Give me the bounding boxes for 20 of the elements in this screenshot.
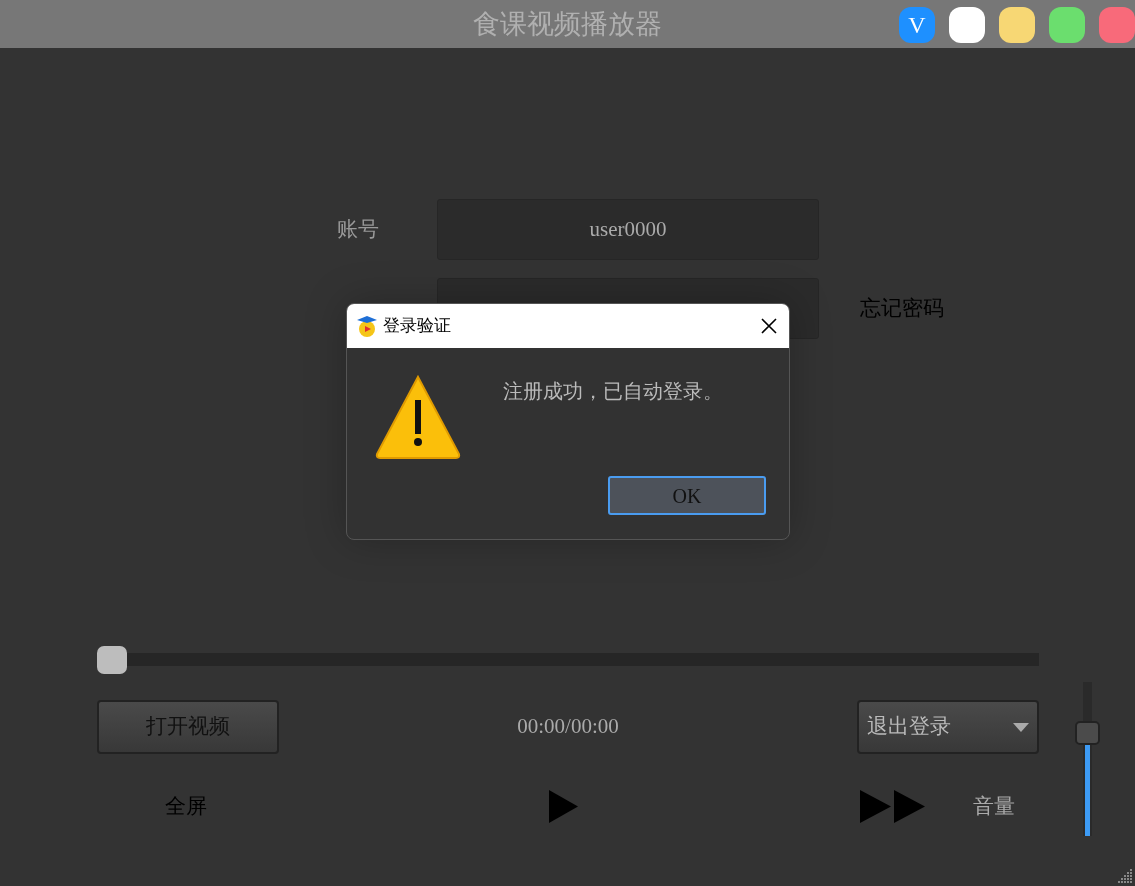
time-display: 00:00/00:00 — [517, 713, 619, 741]
warning-icon — [375, 374, 461, 460]
window-button[interactable] — [949, 7, 985, 43]
window-button[interactable] — [1049, 7, 1085, 43]
close-icon[interactable] — [761, 318, 777, 334]
mascot-icon — [355, 314, 379, 338]
slider-handle[interactable] — [97, 646, 127, 674]
ok-button[interactable]: OK — [608, 476, 766, 515]
logout-dropdown[interactable]: 退出登录 — [857, 700, 1039, 754]
account-label: 账号 — [337, 215, 380, 243]
v-button[interactable]: V — [899, 7, 935, 43]
caret-icon — [1013, 722, 1029, 732]
slider-handle[interactable] — [1075, 720, 1100, 745]
resize-grip-icon[interactable] — [1115, 866, 1133, 884]
window-button[interactable] — [999, 7, 1035, 43]
dialog-message: 注册成功，已自动登录。 — [503, 378, 723, 405]
volume-label: 音量 — [973, 792, 1015, 820]
window-title: 食课视频播放器 — [473, 7, 662, 41]
dialog-title: 登录验证 — [383, 314, 451, 338]
account-field[interactable]: user0000 — [437, 199, 819, 260]
